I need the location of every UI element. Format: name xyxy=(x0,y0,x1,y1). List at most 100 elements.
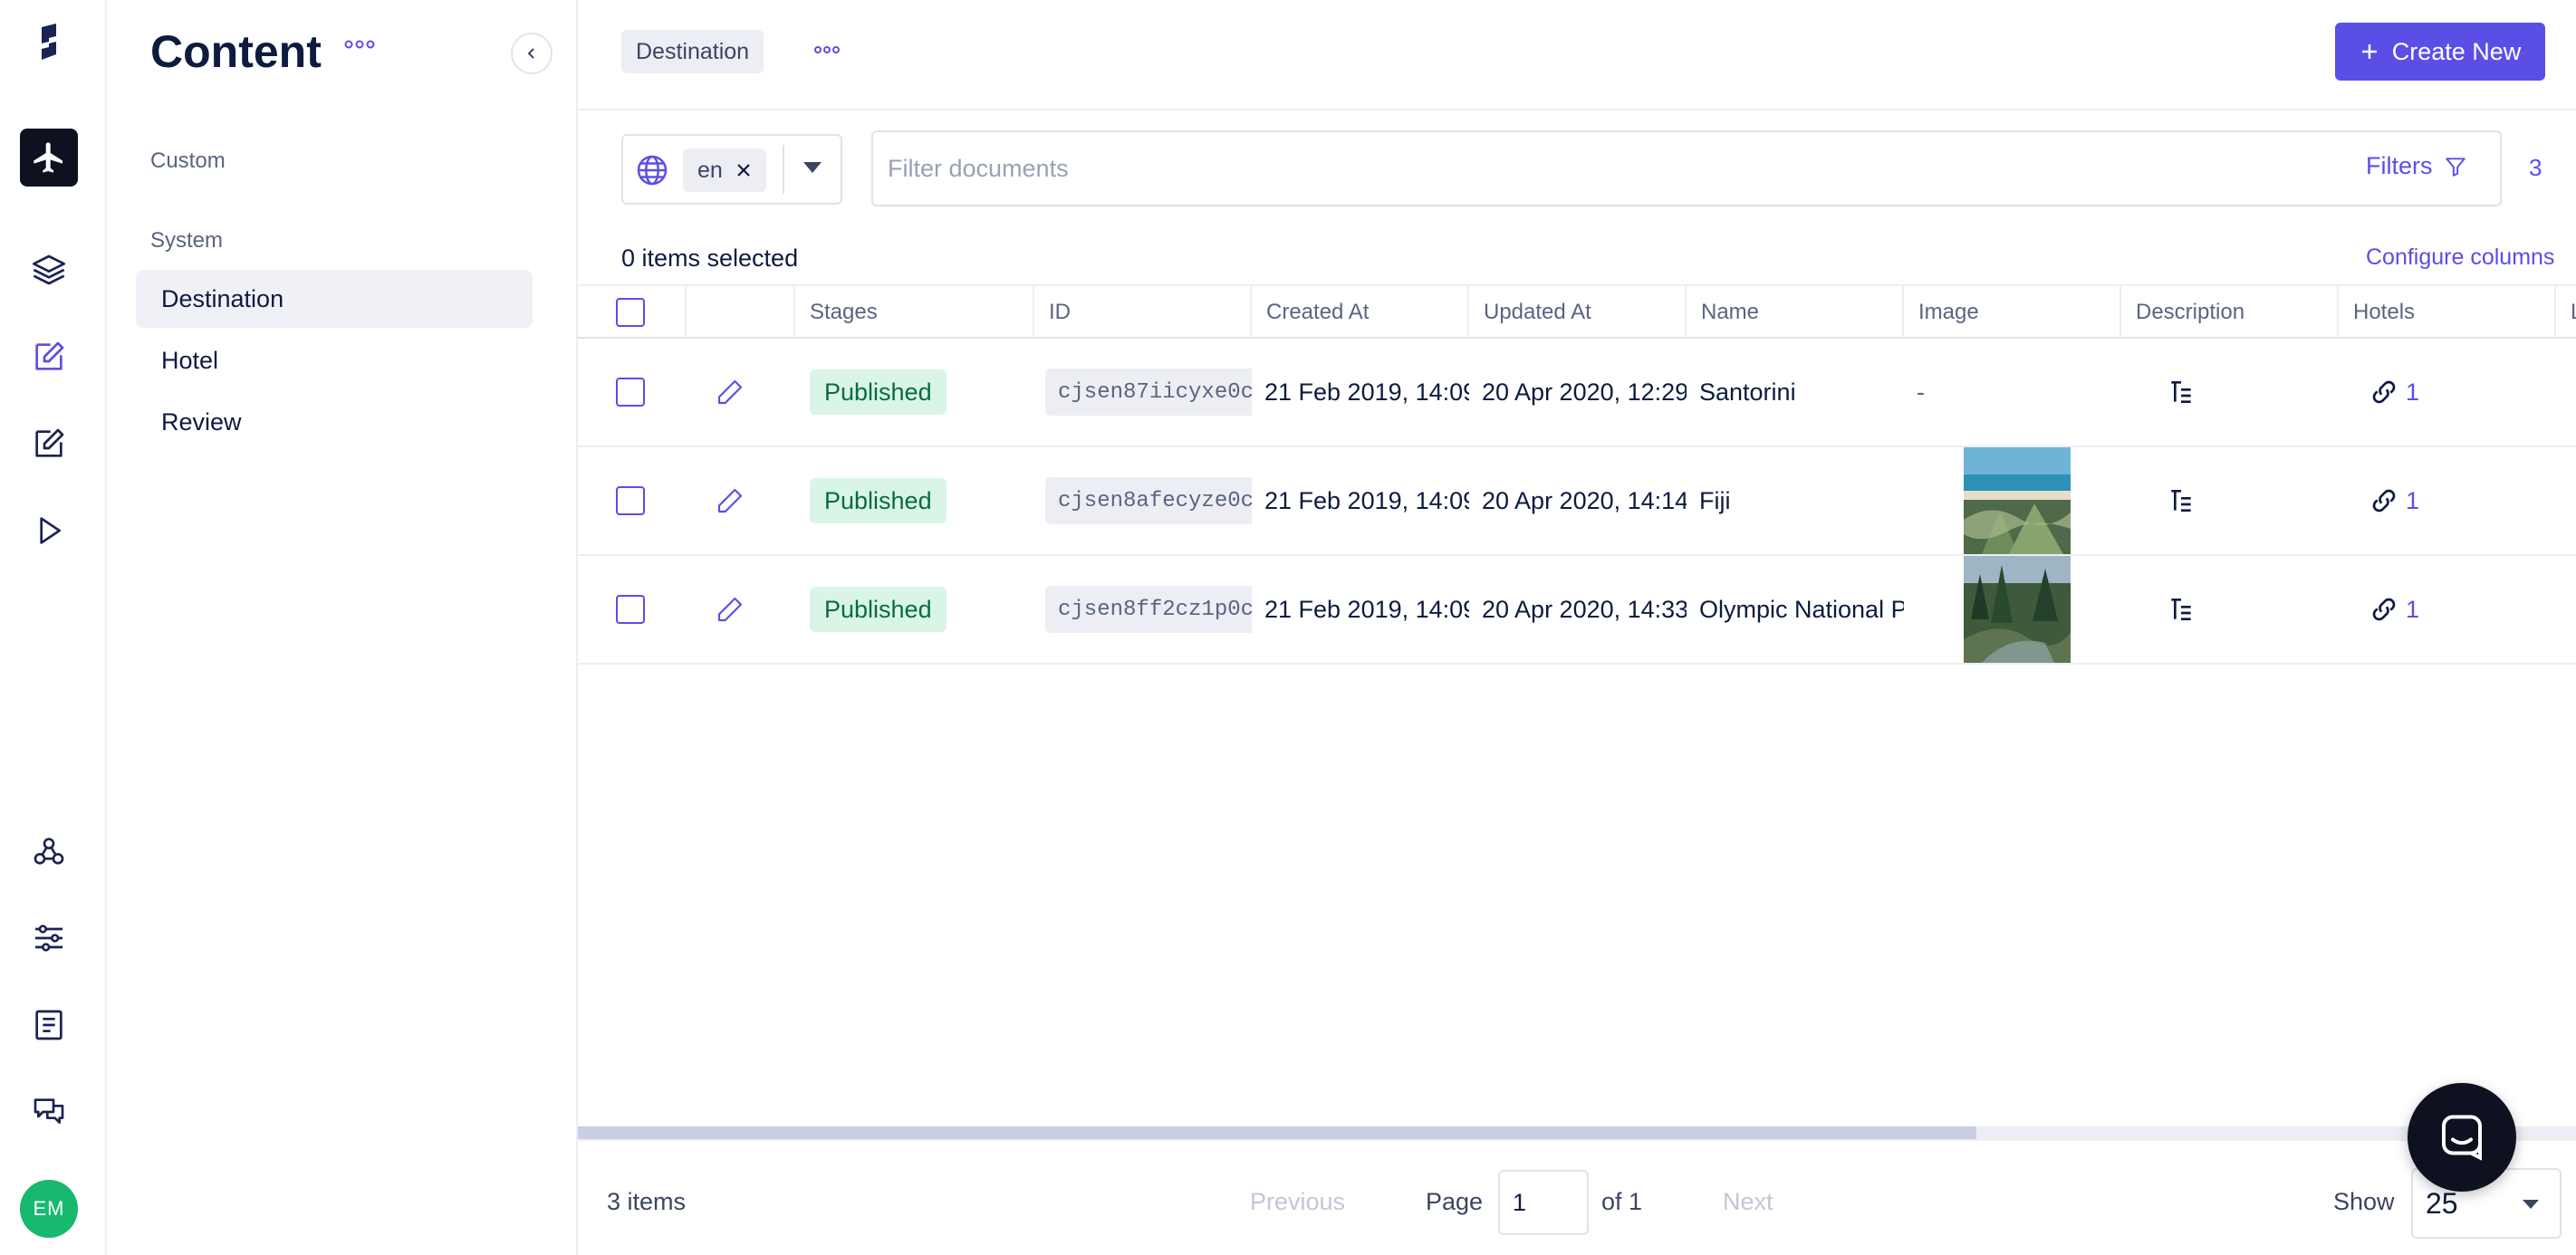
sidebar-item-destination[interactable]: Destination xyxy=(136,270,533,328)
items-count: 3 items xyxy=(607,1188,687,1215)
edit-pencil-icon[interactable] xyxy=(716,556,745,663)
scrollbar-thumb[interactable] xyxy=(578,1126,1976,1139)
select-all-checkbox[interactable] xyxy=(616,298,645,327)
collapse-sidebar-button[interactable] xyxy=(511,33,553,74)
forest-thumbnail xyxy=(1964,556,2071,663)
header-created-at[interactable]: Created At xyxy=(1250,286,1469,339)
items-selected-text: 0 items selected xyxy=(621,244,799,272)
plus-icon xyxy=(2361,44,2377,59)
section-system: System xyxy=(150,228,224,253)
sidebar-item-hotel[interactable]: Hotel xyxy=(136,331,533,389)
play-icon[interactable] xyxy=(20,502,78,560)
settings-sliders-icon[interactable] xyxy=(20,909,78,967)
filters-button[interactable]: Filters xyxy=(2366,152,2467,180)
content-sidebar: Content Custom System Destination Hotel … xyxy=(107,0,578,1255)
id-cell: cjsen87iicyxe0c1 xyxy=(1045,339,1252,445)
rich-text-icon[interactable] xyxy=(2152,339,2196,445)
document-id[interactable]: cjsen8ff2cz1p0c1 xyxy=(1045,586,1252,633)
beach-thumbnail xyxy=(1964,447,2071,554)
documents-table: Stages ID Created At Updated At Name Ima… xyxy=(578,284,2576,665)
sidebar-item-review[interactable]: Review xyxy=(136,393,533,451)
hotels-link-cell[interactable]: 1 xyxy=(2355,339,2419,445)
header-name[interactable]: Name xyxy=(1685,286,1904,339)
sidebar-item-label: Review xyxy=(161,407,242,436)
airplane-icon[interactable] xyxy=(20,129,78,187)
status-badge: Published xyxy=(810,478,947,523)
close-icon[interactable] xyxy=(735,162,752,178)
edit-pencil-icon[interactable] xyxy=(716,447,745,554)
chevron-down-icon[interactable] xyxy=(803,161,822,178)
previous-button[interactable]: Previous xyxy=(1250,1188,1345,1216)
image-cell[interactable] xyxy=(1964,556,2071,663)
row-checkbox-cell xyxy=(616,556,645,663)
hotels-count: 1 xyxy=(2406,486,2420,514)
locale-select[interactable]: en xyxy=(621,134,842,205)
link-icon xyxy=(2372,380,2396,404)
header-stages[interactable]: Stages xyxy=(793,286,1034,339)
show-label: Show xyxy=(2333,1188,2395,1215)
chat-bubble-icon xyxy=(2442,1115,2482,1161)
select-all-cell xyxy=(578,286,687,339)
updated-at-cell: 20 Apr 2020, 14:33 xyxy=(1482,595,1687,623)
edit-icon[interactable] xyxy=(20,328,78,386)
create-new-button[interactable]: Create New xyxy=(2335,23,2545,81)
webhooks-icon[interactable] xyxy=(20,822,78,880)
updated-at-cell: 20 Apr 2020, 12:29 xyxy=(1482,378,1687,406)
rich-text-icon[interactable] xyxy=(2152,556,2196,663)
table-row[interactable]: Published cjsen8ff2cz1p0c1 21 Feb 2019, … xyxy=(578,556,2576,665)
header-updated-at[interactable]: Updated At xyxy=(1467,286,1687,339)
more-options-icon[interactable] xyxy=(813,43,841,60)
filters-label: Filters xyxy=(2366,152,2433,179)
layers-icon[interactable] xyxy=(20,241,78,299)
header-image[interactable]: Image xyxy=(1902,286,2121,339)
table-row[interactable]: Published cjsen8afecyze0c1 21 Feb 2019, … xyxy=(578,447,2576,556)
locale-label: en xyxy=(697,157,723,183)
document-id[interactable]: cjsen87iicyxe0c1 xyxy=(1045,369,1252,416)
chevron-down-icon xyxy=(2523,1200,2539,1209)
row-checkbox[interactable] xyxy=(616,595,645,624)
edit-outline-icon[interactable] xyxy=(20,415,78,473)
header-id[interactable]: ID xyxy=(1033,286,1252,339)
row-checkbox[interactable] xyxy=(616,486,645,515)
avatar[interactable]: EM xyxy=(20,1180,78,1238)
funnel-icon xyxy=(2445,157,2465,177)
filter-documents-input[interactable] xyxy=(871,130,2502,206)
sidebar-title: Content xyxy=(150,26,322,77)
table-row[interactable]: Published cjsen87iicyxe0c1 21 Feb 2019, … xyxy=(578,339,2576,447)
header-hotels[interactable]: Hotels xyxy=(2337,286,2556,339)
logo-icon[interactable] xyxy=(20,13,78,71)
created-at-cell: 21 Feb 2019, 14:09 xyxy=(1264,378,1469,406)
document-id[interactable]: cjsen8afecyze0c1 xyxy=(1045,477,1252,524)
more-options-icon[interactable] xyxy=(344,38,375,54)
name-cell: Santorini xyxy=(1699,378,1796,406)
docs-book-icon[interactable] xyxy=(20,996,78,1054)
document-count[interactable]: 3 xyxy=(2529,154,2542,182)
link-icon xyxy=(2372,598,2396,621)
chat-icon[interactable] xyxy=(20,1083,78,1141)
sidebar-item-label: Hotel xyxy=(161,346,219,374)
rich-text-icon[interactable] xyxy=(2152,447,2196,554)
hotels-link-cell[interactable]: 1 xyxy=(2355,556,2419,663)
hotels-count: 1 xyxy=(2406,378,2420,406)
image-cell[interactable] xyxy=(1964,447,2071,554)
id-cell: cjsen8afecyze0c1 xyxy=(1045,447,1252,554)
image-empty-cell: - xyxy=(1917,378,1925,406)
edit-pencil-icon[interactable] xyxy=(716,339,745,445)
horizontal-scrollbar[interactable] xyxy=(578,1126,2576,1139)
page-number-input[interactable] xyxy=(1498,1170,1589,1235)
link-icon xyxy=(2372,489,2396,513)
row-checkbox-cell xyxy=(616,339,645,445)
created-at-cell: 21 Feb 2019, 14:09 xyxy=(1264,595,1469,623)
configure-columns-link[interactable]: Configure columns xyxy=(2366,244,2554,271)
hotels-link-cell[interactable]: 1 xyxy=(2355,447,2419,554)
stage-cell: Published xyxy=(810,339,947,445)
row-checkbox[interactable] xyxy=(616,378,645,407)
next-button[interactable]: Next xyxy=(1723,1188,1773,1216)
page-size-value: 25 xyxy=(2426,1186,2458,1220)
support-chat-button[interactable] xyxy=(2408,1083,2516,1192)
header-edit xyxy=(685,286,795,339)
header-description[interactable]: Description xyxy=(2119,286,2339,339)
created-at-cell: 21 Feb 2019, 14:09 xyxy=(1264,486,1469,514)
header-truncated[interactable]: L xyxy=(2554,286,2576,339)
page-total-label: of 1 xyxy=(1601,1188,1643,1215)
